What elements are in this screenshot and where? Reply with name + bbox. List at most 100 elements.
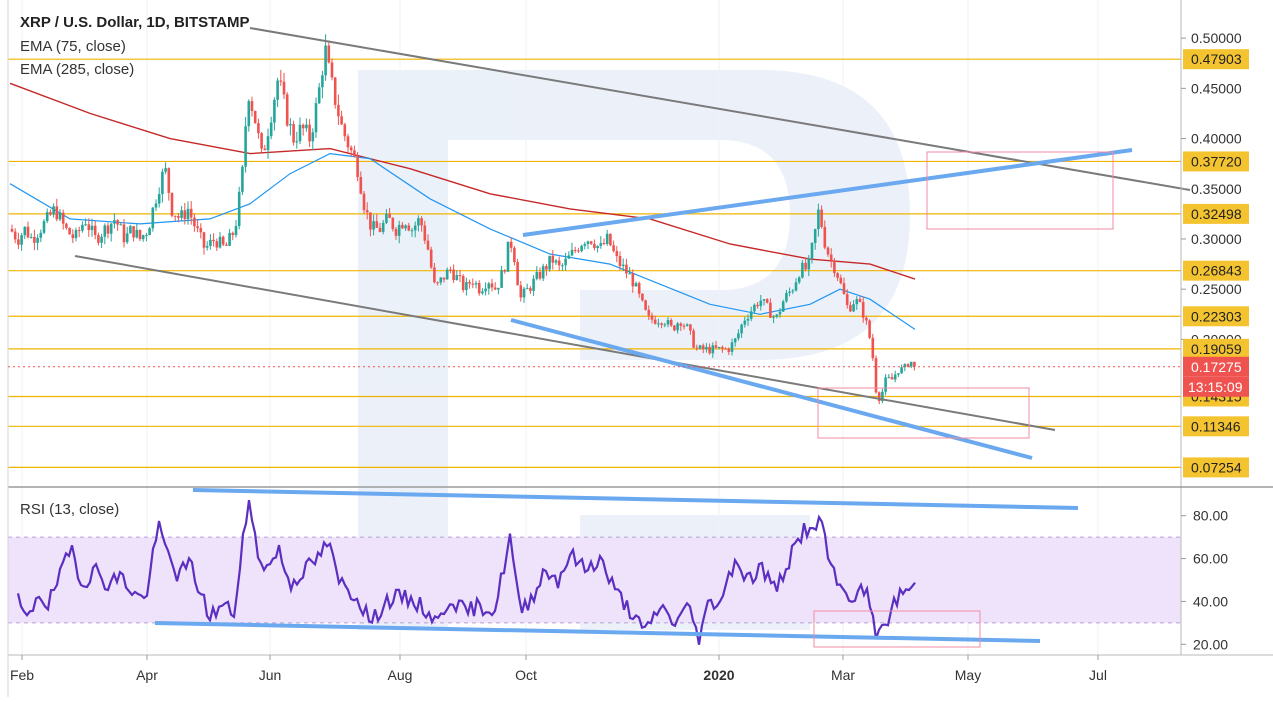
candle-body: [637, 283, 641, 294]
rsi-legend: RSI (13, close): [20, 501, 120, 518]
candle-body: [439, 277, 443, 283]
candle-body: [557, 260, 561, 266]
candle-body: [730, 342, 734, 352]
candle-body: [519, 285, 523, 298]
candle-body: [298, 124, 302, 142]
candle-body: [429, 249, 433, 268]
candle-body: [151, 207, 155, 229]
candle-body: [84, 224, 87, 226]
current-price-tag: 0.17275: [1191, 359, 1242, 375]
candle-body: [509, 241, 513, 248]
candle-body: [49, 212, 52, 215]
candle-body: [100, 236, 103, 243]
candle-body: [845, 294, 849, 306]
candle-body: [708, 346, 711, 354]
candle-body: [58, 212, 62, 220]
candle-body: [426, 240, 430, 250]
candle-body: [247, 101, 251, 127]
lower-gray-trendline: [74, 255, 1056, 431]
candle-body: [909, 361, 913, 367]
candle-body: [237, 191, 241, 227]
candle-body: [148, 228, 151, 236]
level-tag: 0.32498: [1191, 206, 1242, 222]
rsi-tick-label: 60.00: [1193, 551, 1228, 567]
candle-body: [548, 255, 551, 270]
candle-body: [369, 212, 372, 230]
candle-body: [343, 124, 347, 137]
candle-body: [807, 258, 811, 270]
candle-body: [71, 234, 75, 239]
time-tick-label: 2020: [703, 667, 734, 683]
candle-body: [52, 206, 55, 215]
candle-body: [775, 314, 779, 317]
candle-body: [378, 227, 382, 232]
candle-body: [711, 345, 715, 354]
time-tick-label: Jul: [1089, 667, 1107, 683]
candle-body: [388, 213, 391, 219]
candle-body: [698, 345, 702, 349]
candle-body: [391, 218, 395, 229]
time-tick-label: Apr: [136, 667, 158, 683]
candle-body: [122, 224, 126, 243]
candle-body: [788, 291, 791, 293]
candle-body: [813, 229, 817, 243]
candle-body: [609, 233, 612, 246]
candle-body: [404, 225, 407, 229]
candle-body: [61, 212, 65, 224]
candle-body: [311, 132, 315, 142]
candle-body: [583, 243, 587, 246]
candle-body: [596, 245, 599, 249]
candle-body: [167, 168, 171, 193]
candle-body: [465, 282, 468, 291]
candle-body: [308, 124, 311, 142]
candle-body: [132, 226, 135, 238]
candle-body: [820, 209, 823, 227]
candle-body: [602, 243, 606, 245]
candle-body: [692, 330, 695, 348]
candle-body: [833, 260, 836, 274]
candle-body: [129, 226, 132, 234]
candle-body: [65, 223, 68, 228]
candle-body: [359, 176, 363, 194]
candle-body: [663, 324, 667, 326]
candle-body: [695, 347, 699, 349]
candle-body: [461, 276, 465, 291]
candle-body: [433, 267, 436, 283]
candle-body: [740, 324, 743, 334]
candle-body: [577, 250, 580, 252]
chart-svg: 0.50000 0.45000 0.40000 0.35000 0.30000 0.250…: [7, 0, 1273, 697]
candle-body: [564, 258, 567, 266]
ema285-legend: EMA (285, close): [20, 61, 135, 78]
candle-body: [372, 221, 375, 230]
chart-area: 0.50000 0.45000 0.40000 0.35000 0.30000 0.250…: [0, 0, 1273, 697]
candle-body: [301, 124, 305, 129]
candle-body: [189, 208, 193, 218]
candle-body: [797, 277, 801, 283]
candle-body: [337, 104, 340, 117]
candle-body: [231, 232, 235, 236]
level-tag: 0.26843: [1191, 263, 1242, 279]
candle-body: [455, 275, 459, 281]
level-tag: 0.07254: [1191, 459, 1242, 475]
candle-body: [138, 229, 142, 240]
candle-body: [573, 249, 577, 251]
candle-body: [445, 269, 449, 280]
candle-body: [733, 338, 737, 343]
candle-body: [823, 226, 827, 248]
candle-body: [285, 94, 289, 126]
candle-body: [295, 141, 299, 143]
candle-body: [605, 233, 609, 244]
candle-body: [801, 262, 804, 278]
time-tick-label: Feb: [10, 667, 34, 683]
candle-body: [861, 301, 865, 318]
candle-body: [253, 110, 257, 124]
candle-body: [567, 255, 571, 259]
candle-body: [317, 87, 321, 104]
price-tick-label: 0.45000: [1191, 80, 1242, 96]
candle-body: [45, 212, 49, 222]
candle-body: [532, 278, 535, 291]
candle-body: [753, 304, 756, 312]
time-tick-label: May: [955, 667, 981, 683]
candle-body: [423, 225, 427, 241]
level-tag: 0.37720: [1191, 153, 1242, 169]
